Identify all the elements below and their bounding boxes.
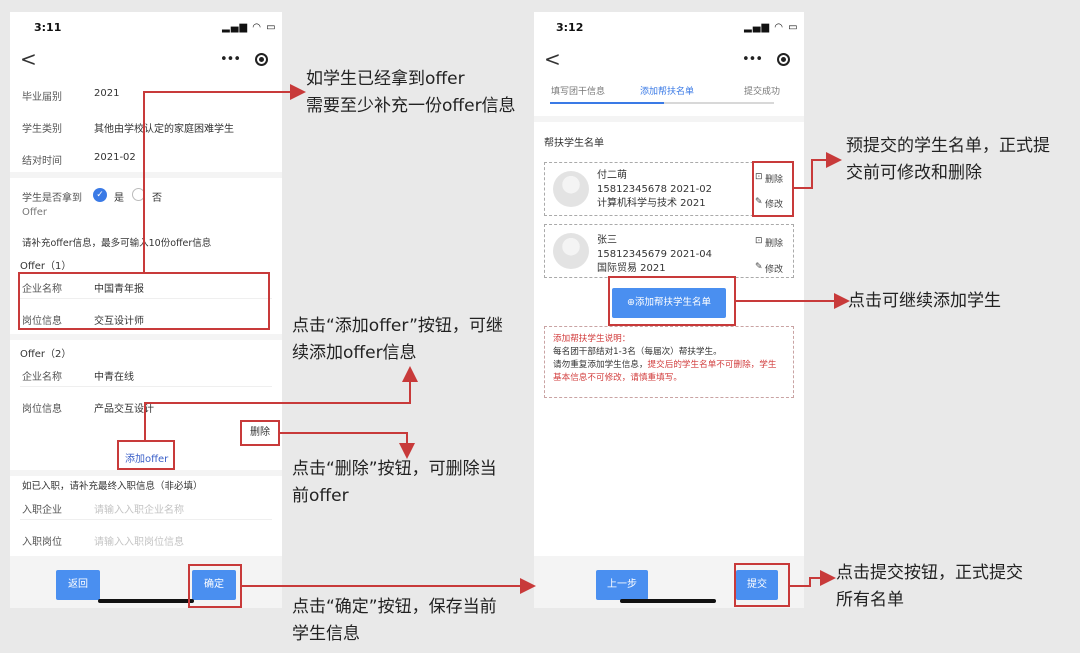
student-major-year: 计算机科学与技术 2021 xyxy=(597,198,706,209)
home-indicator xyxy=(620,599,716,603)
section-divider xyxy=(10,172,282,178)
list-title: 帮扶学生名单 xyxy=(544,138,604,149)
graduation-label: 毕业届别 xyxy=(22,92,62,103)
offer2-company-label: 企业名称 xyxy=(22,372,62,383)
step-2: 添加帮扶名单 xyxy=(640,87,695,97)
pair-time-value: 2021-02 xyxy=(94,152,136,163)
confirm-highlight-box xyxy=(188,564,242,608)
delete-offer-button[interactable]: 删除 xyxy=(240,420,280,446)
student-phone-date: 15812345679 2021-04 xyxy=(597,249,712,260)
section-divider xyxy=(10,470,282,476)
student-name: 张三 xyxy=(597,235,617,246)
more-icon[interactable]: ••• xyxy=(742,52,763,67)
delete-icon[interactable]: ⊡ xyxy=(755,236,763,246)
annotation-add-student: 点击可继续添加学生 xyxy=(848,291,1001,311)
avatar xyxy=(553,233,589,269)
back-icon[interactable]: < xyxy=(544,49,561,69)
radio-yes-checked-icon[interactable]: ✓ xyxy=(93,188,107,202)
back-icon[interactable]: < xyxy=(20,49,37,69)
status-time: 3:11 xyxy=(34,21,62,34)
note-title: 添加帮扶学生说明： xyxy=(553,334,631,344)
note-line-1: 每名团干部结对1-3名（每届次）帮扶学生。 xyxy=(553,347,722,357)
status-time: 3:12 xyxy=(556,21,584,34)
employ-company-label: 入职企业 xyxy=(22,505,62,516)
edit-button[interactable]: 修改 xyxy=(765,262,783,275)
radio-no-icon[interactable] xyxy=(132,188,145,201)
note-line-2: 请勿重复添加学生信息， xyxy=(553,360,648,370)
avatar xyxy=(553,171,589,207)
arrow-delete-offer xyxy=(280,432,415,459)
divider xyxy=(20,386,272,387)
target-icon[interactable] xyxy=(777,53,790,66)
employ-position-label: 入职岗位 xyxy=(22,537,62,548)
step-3: 提交成功 xyxy=(744,87,781,97)
employ-position-input[interactable]: 请输入入职岗位信息 xyxy=(94,533,184,548)
target-icon[interactable] xyxy=(255,53,268,66)
home-indicator xyxy=(98,599,194,603)
offer-question-label: 学生是否拿到 xyxy=(22,193,82,204)
section-divider xyxy=(534,116,804,122)
student-type-value: 其他由学校认定的家庭困难学生 xyxy=(94,124,234,135)
employment-hint: 如已入职，请补充最终入职信息（非必填） xyxy=(22,481,203,492)
add-student-highlight-box xyxy=(608,276,736,326)
status-icons: ▂▄▆ ◠ ▭ xyxy=(744,22,799,33)
annotation-delete-offer: 点击“删除”按钮，可删除当 前offer xyxy=(292,459,497,506)
submit-highlight-box xyxy=(734,563,790,607)
section-divider xyxy=(10,334,282,340)
more-icon[interactable]: ••• xyxy=(220,52,241,67)
annotation-add-offer: 点击“添加offer”按钮，可继 续添加offer信息 xyxy=(292,316,503,363)
employ-company-input[interactable]: 请输入入职企业名称 xyxy=(94,501,184,516)
student-type-label: 学生类别 xyxy=(22,124,62,135)
back-button[interactable]: 返回 xyxy=(56,570,100,600)
edit-icon[interactable]: ✎ xyxy=(755,262,763,272)
offer-hint: 请补充offer信息，最多可输入10份offer信息 xyxy=(22,238,212,249)
step-progress-done xyxy=(550,102,664,104)
status-icons: ▂▄▆ ◠ ▭ xyxy=(222,22,277,33)
delete-button[interactable]: 删除 xyxy=(765,236,783,249)
offer2-position-input[interactable]: 产品交互设计 xyxy=(94,400,154,415)
student-card: 张三 15812345679 2021-04 国际贸易 2021 ⊡ 删除 ✎ … xyxy=(544,224,794,278)
student-major-year: 国际贸易 2021 xyxy=(597,263,666,274)
annotation-confirm: 点击“确定”按钮，保存当前 学生信息 xyxy=(292,597,497,644)
offer2-title: Offer（2） xyxy=(20,349,72,360)
offer-question-label-2: Offer xyxy=(22,207,48,218)
prev-step-button[interactable]: 上一步 xyxy=(596,570,648,600)
student-name: 付二萌 xyxy=(597,170,627,181)
annotation-pre-submit: 预提交的学生名单，正式提 交前可修改和删除 xyxy=(846,136,1050,183)
offer1-highlight-box xyxy=(18,272,270,330)
radio-yes-label[interactable]: 是 xyxy=(114,189,124,204)
offer2-company-input[interactable]: 中青在线 xyxy=(94,368,134,383)
annotation-submit: 点击提交按钮，正式提交 所有名单 xyxy=(836,563,1023,610)
card-actions-highlight-box xyxy=(752,161,794,217)
step-progress-pending xyxy=(664,102,774,104)
instruction-note: 添加帮扶学生说明： 每名团干部结对1-3名（每届次）帮扶学生。 请勿重复添加学生… xyxy=(544,326,794,398)
offer2-position-label: 岗位信息 xyxy=(22,404,62,415)
student-phone-date: 15812345678 2021-02 xyxy=(597,184,712,195)
radio-no-label[interactable]: 否 xyxy=(152,189,162,204)
annotation-offer-required: 如学生已经拿到offer 需要至少补充一份offer信息 xyxy=(306,69,516,116)
divider xyxy=(20,519,272,520)
step-1: 填写团干信息 xyxy=(551,87,606,97)
pair-time-label: 结对时间 xyxy=(22,156,62,167)
offer1-title: Offer（1） xyxy=(20,261,72,272)
add-offer-highlight-box xyxy=(117,440,175,470)
graduation-value: 2021 xyxy=(94,88,120,99)
